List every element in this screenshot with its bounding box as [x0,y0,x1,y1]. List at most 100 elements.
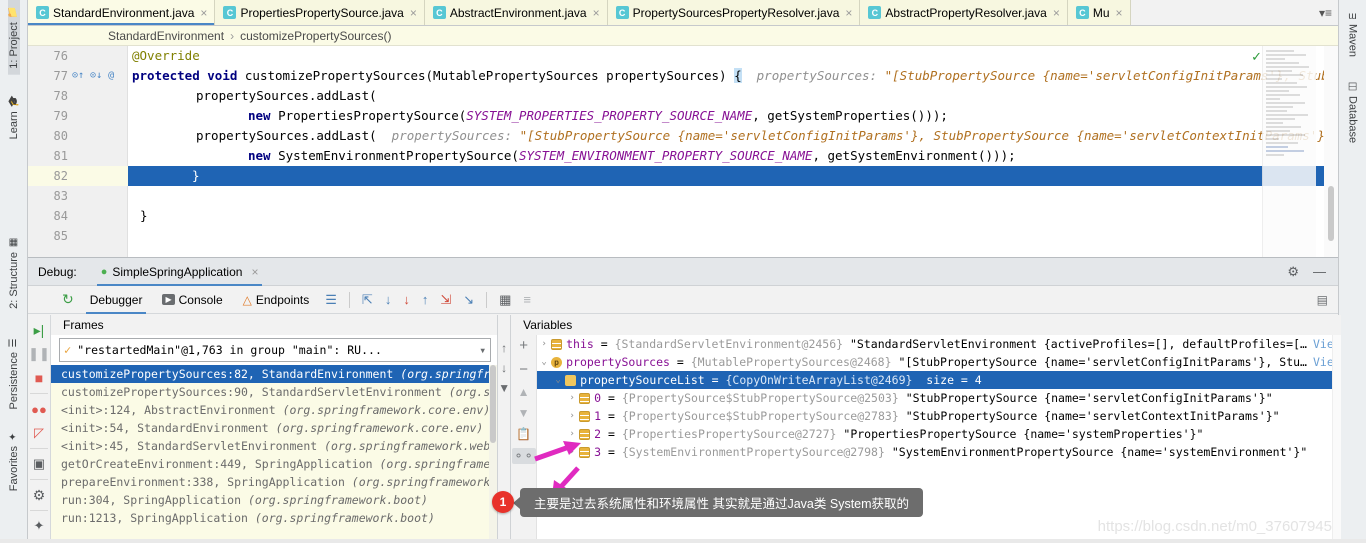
expand-triangle-icon[interactable]: › [565,425,579,443]
tab-console[interactable]: ▶ Console [152,286,232,314]
variable-row[interactable]: › 2 = {PropertiesPropertySource@2727} "P… [537,425,1341,443]
step-over-icon[interactable]: ⇱ [356,292,379,308]
sidebar-item-project[interactable]: 1: Project 📁 [7,0,20,75]
expand-triangle-icon[interactable]: › [565,407,579,425]
force-step-into-icon[interactable]: ↓ [397,292,416,307]
rerun-icon[interactable]: ↻ [56,291,80,308]
variable-row[interactable]: › 0 = {PropertySource$StubPropertySource… [537,389,1341,407]
tab-overflow-button[interactable]: ▾≡ [1312,0,1338,25]
pin-icon[interactable]: ✦ [28,515,50,537]
gear-icon[interactable]: ⚙ [1287,264,1299,280]
step-into-icon[interactable]: ↓ [379,292,398,307]
variable-row[interactable]: ⌄ propertySourceList = {CopyOnWriteArray… [537,371,1341,389]
tab-abstractpropertyresolver[interactable]: C AbstractPropertyResolver.java × [860,0,1068,25]
sidebar-item-database[interactable]: ◫ Database [1347,75,1359,149]
expand-triangle-icon[interactable]: › [565,389,579,407]
filter-icon[interactable]: ▼ [498,381,510,395]
remove-icon[interactable]: − [519,361,528,378]
pause-icon[interactable]: ❚❚ [28,343,50,365]
chevron-down-icon[interactable]: ▾ [479,343,486,357]
frame-item[interactable]: prepareEnvironment:338, SpringApplicatio… [51,473,497,491]
frame-item[interactable]: customizePropertySources:90, StandardSer… [51,383,497,401]
snapshot-icon[interactable]: ▣ [28,453,50,475]
expand-triangle-icon[interactable]: › [537,335,551,353]
layout-icon[interactable]: ☰ [319,292,343,308]
frame-item[interactable]: <init>:124, AbstractEnvironment (org.spr… [51,401,497,419]
up-arrow-icon[interactable]: ↑ [501,341,507,355]
tab-mu[interactable]: C Mu × [1067,0,1131,25]
tab-abstractenvironment[interactable]: C AbstractEnvironment.java × [424,0,608,25]
add-icon[interactable]: + [519,337,528,354]
gutter-markers[interactable]: ⊙↑ ⊙↓ @ [72,66,122,86]
sidebar-item-structure[interactable]: 2: Structure ▦ [8,231,20,315]
evaluate-icon[interactable]: ▦ [493,292,517,308]
close-icon[interactable]: × [1053,6,1060,20]
tab-standardenvironment[interactable]: C StandardEnvironment.java × [28,0,216,25]
collapse-triangle-icon[interactable]: ⌄ [537,353,551,371]
close-icon[interactable]: × [1116,6,1123,20]
minimize-icon[interactable]: — [1313,264,1326,279]
sidebar-item-favorites[interactable]: Favorites ✦ [8,425,20,497]
settings2-icon[interactable]: ≡ [517,292,537,307]
thread-selector[interactable]: ✓ "restartedMain"@1,763 in group "main":… [59,338,492,362]
collapse-triangle-icon[interactable]: ⌄ [551,371,565,389]
frame-item[interactable]: run:304, SpringApplication (org.springfr… [51,491,497,509]
settings-gear-icon[interactable]: ⚙ [28,484,50,506]
frames-scrollbar[interactable] [489,365,498,543]
variable-name: 2 [594,427,602,441]
drop-frame-icon[interactable]: ⇲ [434,292,457,308]
frame-item[interactable]: getOrCreateEnvironment:449, SpringApplic… [51,455,497,473]
editor-minimap[interactable] [1262,46,1316,257]
tab-propertysourcespropertyresolver[interactable]: C PropertySourcesPropertyResolver.java × [607,0,861,25]
tab-propertiespropertysource[interactable]: C PropertiesPropertySource.java × [215,0,425,25]
stop-icon[interactable]: ■ [28,367,50,389]
frame-item[interactable]: <init>:45, StandardServletEnvironment (o… [51,437,497,455]
scrollbar-thumb[interactable] [1328,186,1334,241]
sidebar-item-maven[interactable]: m Maven [1347,6,1359,63]
close-icon[interactable]: × [593,6,600,20]
variable-row[interactable]: › this = {StandardServletEnvironment@245… [537,335,1340,353]
tab-debugger[interactable]: Debugger [80,286,153,314]
close-icon[interactable]: × [410,6,417,20]
breadcrumb-method[interactable]: customizePropertySources() [240,29,391,43]
scrollbar-thumb[interactable] [490,365,497,443]
code-editor[interactable]: 76 @Override 77 ⊙↑ ⊙↓ @ protected void c… [28,46,1338,257]
resume-icon[interactable]: ▸| [28,319,50,341]
sidebar-item-persistence[interactable]: Persistence ☰ [8,331,20,415]
move-down-icon[interactable]: ▼ [518,406,530,420]
code-line-81: 81 new SystemEnvironmentPropertySource(S… [28,146,1338,166]
variable-row[interactable]: ⌄ p propertySources = {MutablePropertySo… [537,353,1340,371]
variables-scrollbar[interactable] [1331,335,1341,543]
frame-item[interactable]: customizePropertySources:82, StandardEnv… [51,365,498,383]
mute-breakpoints-icon[interactable]: ◸ [28,422,50,444]
run-to-cursor-icon[interactable]: ↘ [457,292,480,308]
frames-list[interactable]: customizePropertySources:82, StandardEnv… [51,365,498,543]
move-up-icon[interactable]: ▲ [518,385,530,399]
editor-scrollbar[interactable] [1324,46,1338,257]
down-arrow-icon[interactable]: ↓ [501,361,507,375]
step-out-icon[interactable]: ↑ [416,292,435,307]
frame-item[interactable]: <init>:54, StandardEnvironment (org.spri… [51,419,497,437]
code-line-82: 82 } [28,166,1338,186]
run-config-label: SimpleSpringApplication [112,264,243,279]
expand-triangle-icon[interactable]: › [565,443,579,461]
variable-row[interactable]: › 1 = {PropertySource$StubPropertySource… [537,407,1341,425]
list-value-icon [579,392,591,404]
view-breakpoints-icon[interactable]: ●● [28,398,50,420]
sidebar-item-learn[interactable]: Learn 🎓 [7,89,19,145]
layout-settings-icon[interactable]: ▤ [1317,293,1338,307]
variable-row[interactable]: › 3 = {SystemEnvironmentPropertySource@2… [537,443,1341,461]
list-value-icon [579,428,591,440]
watches-icon[interactable]: ⚬⚬ [511,448,536,464]
tab-endpoints[interactable]: △ Endpoints [233,286,320,314]
variable-ref: {SystemEnvironmentPropertySource@2798} [621,445,885,459]
close-icon[interactable]: × [251,265,258,279]
frame-item[interactable]: run:1213, SpringApplication (org.springf… [51,509,497,527]
copy-icon[interactable]: 📋 [516,427,531,441]
debug-toolbar: ↻ Debugger ▶ Console △ Endpoints ☰ ⇱ ↓ ↓… [28,286,1338,314]
breadcrumb-class[interactable]: StandardEnvironment [108,29,224,43]
close-icon[interactable]: × [200,6,207,20]
run-configuration-tab[interactable]: ● SimpleSpringApplication × [93,258,267,286]
close-icon[interactable]: × [845,6,852,20]
inspection-status-icon[interactable]: ✓ [1251,49,1262,65]
